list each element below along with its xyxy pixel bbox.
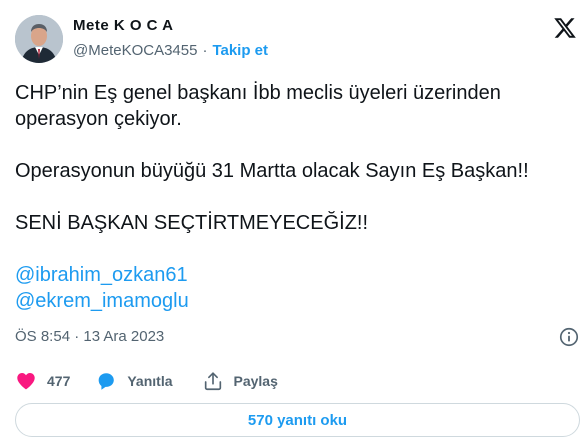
x-logo-icon[interactable] xyxy=(553,16,577,40)
author-handle[interactable]: @MeteKOCA3455 xyxy=(73,42,197,59)
tweet-paragraph: SENİ BAŞKAN SEÇTİRTMEYECEĞİZ!! xyxy=(15,212,369,234)
action-bar: 477 Yanıtla Paylaş xyxy=(15,368,278,394)
tweet-paragraph: Operasyonun büyüğü 31 Martta olacak Sayı… xyxy=(15,160,529,182)
read-replies-button[interactable]: 570 yanıtı oku xyxy=(15,403,580,437)
timestamp[interactable]: ÖS 8:54 · 13 Ara 2023 xyxy=(15,328,164,345)
tweet-text: CHP’nin Eş genel başkanı İbb meclis üyel… xyxy=(15,80,575,314)
separator-dot: · xyxy=(202,42,208,59)
reply-label: Yanıtla xyxy=(127,373,173,389)
info-icon[interactable] xyxy=(558,326,580,348)
author-name-row: Mete K O C A xyxy=(73,17,173,34)
avatar[interactable] xyxy=(15,15,63,63)
tweet-paragraph: CHP’nin Eş genel başkanı İbb meclis üyel… xyxy=(15,82,501,130)
display-name[interactable]: Mete K O C A xyxy=(73,17,173,34)
reply-bubble-icon xyxy=(95,370,117,392)
read-replies-label: 570 yanıtı oku xyxy=(247,411,348,429)
author-handle-row: @MeteKOCA3455 · Takip et xyxy=(73,42,268,59)
share-icon xyxy=(202,370,224,392)
tweet-meta: ÖS 8:54 · 13 Ara 2023 xyxy=(15,327,580,347)
mention-link[interactable]: @ekrem_imamoglu xyxy=(15,290,189,312)
mention-link[interactable]: @ibrahim_ozkan61 xyxy=(15,264,188,286)
reply-button[interactable]: Yanıtla xyxy=(95,370,173,392)
like-button[interactable]: 477 xyxy=(15,370,70,392)
share-button[interactable]: Paylaş xyxy=(202,370,278,392)
tweet-card: Mete K O C A @MeteKOCA3455 · Takip et CH… xyxy=(0,0,588,446)
follow-button[interactable]: Takip et xyxy=(212,42,268,59)
share-label: Paylaş xyxy=(233,373,278,389)
heart-icon xyxy=(15,370,37,392)
like-count: 477 xyxy=(47,373,71,389)
